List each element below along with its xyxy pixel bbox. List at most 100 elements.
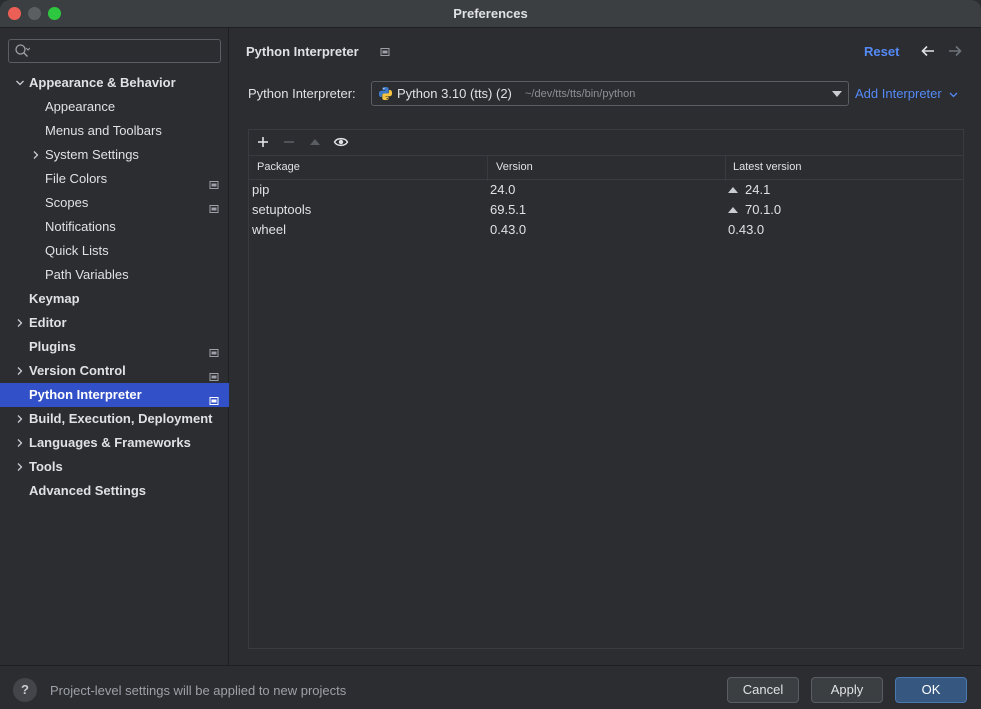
upgrade-available-icon (728, 207, 738, 213)
upgrade-package-icon[interactable] (307, 134, 323, 150)
sidebar-item-label: Python Interpreter (29, 387, 142, 402)
search-input[interactable] (8, 39, 221, 63)
interpreter-name: Python 3.10 (tts) (2) (397, 86, 512, 101)
sidebar-item-label: Build, Execution, Deployment (29, 411, 213, 426)
sidebar-item-label: Tools (29, 459, 63, 474)
page-title: Python Interpreter (246, 44, 359, 59)
chevron-right-icon[interactable] (13, 407, 25, 431)
packages-table-body: pip 24.0 24.1 setuptools 69.5.1 70.1.0 wheel 0.… (249, 180, 963, 240)
sidebar-item-label: Version Control (29, 363, 126, 378)
dialog-footer: ? Project-level settings will be applied… (0, 665, 981, 709)
sidebar-item-label: Menus and Toolbars (45, 123, 162, 138)
latest-version-value: 24.1 (745, 182, 771, 197)
table-row[interactable]: pip 24.0 24.1 (249, 180, 963, 200)
apply-button[interactable]: Apply (811, 677, 883, 703)
package-version-cell: 24.0 (490, 182, 516, 197)
project-scope-icon (209, 198, 219, 213)
package-name-cell: setuptools (252, 202, 312, 217)
sidebar-item-label: Appearance & Behavior (29, 75, 176, 90)
sidebar-item-system-settings[interactable]: System Settings (0, 143, 229, 167)
packages-toolbar (249, 130, 963, 155)
back-arrow-icon[interactable] (920, 43, 936, 59)
interpreter-select[interactable]: Python 3.10 (tts) (2) ~/dev/tts/tts/bin/… (371, 81, 849, 106)
column-header-latest-version[interactable]: Latest version (733, 161, 801, 173)
sidebar-item-label: Editor (29, 315, 67, 330)
package-latest-version-cell: 70.1.0 (728, 200, 781, 220)
sidebar-item-appearance[interactable]: Appearance (0, 95, 229, 119)
sidebar-item-file-colors[interactable]: File Colors (0, 167, 229, 191)
sidebar-item-label: File Colors (45, 171, 108, 186)
sidebar-item-appearance-behavior[interactable]: Appearance & Behavior (0, 71, 229, 95)
package-version-cell: 69.5.1 (490, 202, 527, 217)
ok-button[interactable]: OK (895, 677, 967, 703)
sidebar-item-label: System Settings (45, 147, 139, 162)
settings-tree: Appearance & Behavior Appearance Menus and… (0, 71, 229, 503)
table-row[interactable]: setuptools 69.5.1 70.1.0 (249, 200, 963, 220)
chevron-right-icon[interactable] (13, 311, 25, 335)
sidebar-item-plugins[interactable]: Plugins (0, 335, 229, 359)
add-package-icon[interactable] (255, 134, 271, 150)
sidebar-item-tools[interactable]: Tools (0, 455, 229, 479)
column-header-version[interactable]: Version (496, 161, 533, 173)
sidebar-item-label: Languages & Frameworks (29, 435, 191, 450)
latest-version-value: 0.43.0 (728, 222, 765, 237)
column-header-package[interactable]: Package (257, 161, 300, 173)
cancel-button[interactable]: Cancel (727, 677, 799, 703)
chevron-down-icon (832, 91, 842, 97)
sidebar-item-label: Plugins (29, 339, 76, 354)
package-version-cell: 0.43.0 (490, 222, 527, 237)
packages-table-header: Package Version Latest version (249, 155, 963, 181)
sidebar-item-label: Notifications (45, 219, 116, 234)
sidebar-item-keymap[interactable]: Keymap (0, 287, 229, 311)
preferences-window: Preferences Appearance & Behavior Appeara… (0, 0, 981, 709)
reset-button[interactable]: Reset (864, 44, 899, 59)
sidebar-item-label: Keymap (29, 291, 80, 306)
eye-icon[interactable] (333, 134, 349, 150)
project-scope-icon (209, 342, 219, 357)
upgrade-available-icon (728, 187, 738, 193)
package-latest-version-cell: 0.43.0 (728, 220, 764, 240)
package-latest-version-cell: 24.1 (728, 180, 770, 200)
sidebar-item-path-variables[interactable]: Path Variables (0, 263, 229, 287)
chevron-right-icon[interactable] (29, 143, 41, 167)
title-bar: Preferences (0, 0, 981, 28)
search-icon (15, 44, 30, 57)
sidebar-item-editor[interactable]: Editor (0, 311, 229, 335)
latest-version-value: 70.1.0 (745, 202, 782, 217)
interpreter-label: Python Interpreter: (248, 86, 356, 101)
column-divider[interactable] (725, 156, 726, 181)
package-name-cell: pip (252, 182, 270, 197)
chevron-down-icon (949, 92, 958, 97)
sidebar-item-label: Path Variables (45, 267, 129, 282)
package-name-cell: wheel (252, 222, 286, 237)
column-divider[interactable] (487, 156, 488, 181)
add-interpreter-link[interactable]: Add Interpreter (855, 86, 958, 101)
chevron-right-icon[interactable] (13, 431, 25, 455)
sidebar-item-build-execution-deployment[interactable]: Build, Execution, Deployment (0, 407, 229, 431)
help-button[interactable]: ? (13, 678, 37, 702)
sidebar-item-label: Advanced Settings (29, 483, 147, 498)
project-scope-icon (209, 174, 219, 189)
remove-package-icon[interactable] (281, 134, 297, 150)
sidebar-item-notifications[interactable]: Notifications (0, 215, 229, 239)
sidebar-item-python-interpreter[interactable]: Python Interpreter (0, 383, 229, 407)
settings-content: Python Interpreter Reset Python Interpre… (230, 28, 981, 665)
sidebar-item-quick-lists[interactable]: Quick Lists (0, 239, 229, 263)
chevron-down-icon[interactable] (13, 71, 25, 95)
chevron-right-icon[interactable] (13, 455, 25, 479)
sidebar-item-label: Quick Lists (45, 243, 109, 258)
packages-panel: Package Version Latest version pip 24.0 24… (248, 129, 964, 649)
forward-arrow-icon[interactable] (947, 43, 963, 59)
add-interpreter-label: Add Interpreter (855, 86, 942, 101)
sidebar-item-advanced-settings[interactable]: Advanced Settings (0, 479, 229, 503)
sidebar-item-version-control[interactable]: Version Control (0, 359, 229, 383)
sidebar-item-languages-frameworks[interactable]: Languages & Frameworks (0, 431, 229, 455)
chevron-right-icon[interactable] (13, 359, 25, 383)
project-scope-icon (209, 366, 219, 381)
sidebar-item-scopes[interactable]: Scopes (0, 191, 229, 215)
sidebar-item-label: Appearance (45, 99, 116, 114)
sidebar-item-menus-and-toolbars[interactable]: Menus and Toolbars (0, 119, 229, 143)
window-title: Preferences (453, 6, 528, 21)
project-scope-icon (380, 48, 390, 56)
table-row[interactable]: wheel 0.43.0 0.43.0 (249, 220, 963, 240)
